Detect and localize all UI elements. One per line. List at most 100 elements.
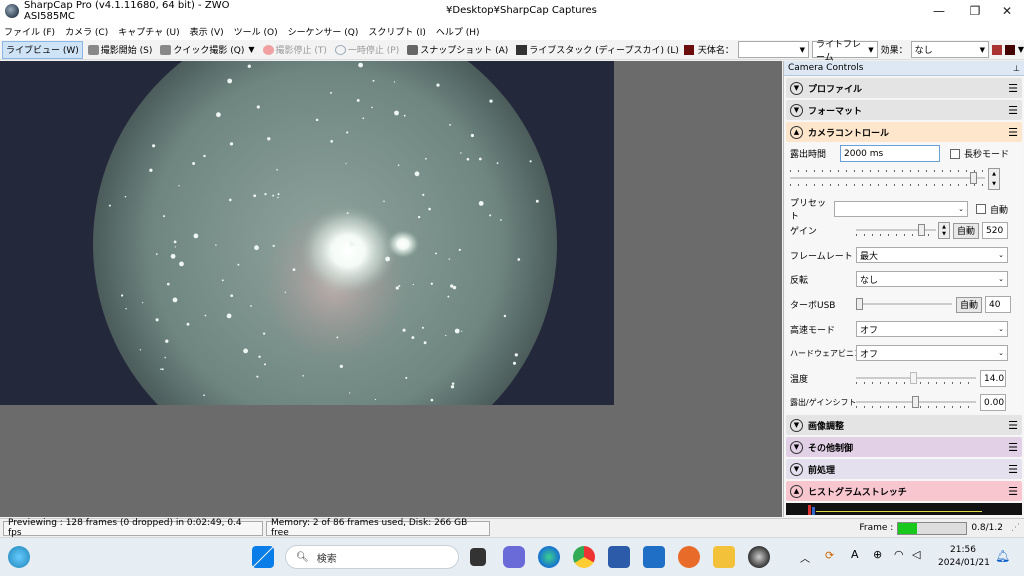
exposure-input[interactable]: 2000 ms — [840, 145, 940, 162]
offset-slider[interactable] — [856, 395, 976, 410]
chevron-down-icon[interactable]: ▼ — [790, 462, 803, 476]
reticle-icon[interactable] — [1004, 44, 1015, 55]
file-explorer-icon[interactable] — [713, 546, 735, 568]
pin-icon[interactable]: ⊥ — [1013, 64, 1020, 73]
chevron-down-icon[interactable]: ▼ — [790, 440, 803, 454]
section-preprocess[interactable]: ▼ 前処理 ☰ — [786, 459, 1022, 479]
chevron-down-icon[interactable]: ▼ — [1018, 45, 1024, 54]
snapshot-button[interactable]: スナップショット (A) — [404, 41, 511, 59]
section-histogram-stretch[interactable]: ▲ ヒストグラムストレッチ ☰ — [786, 481, 1022, 501]
windows-start-icon[interactable] — [252, 546, 274, 568]
spin-up-icon[interactable]: ▲ — [942, 224, 946, 230]
chrome-browser-icon[interactable] — [573, 546, 595, 568]
menu-capture[interactable]: キャプチャ (U) — [118, 25, 179, 38]
stop-capture-button[interactable]: 撮影停止 (T) — [260, 41, 330, 59]
section-image-adjust[interactable]: ▼ 画像調整 ☰ — [786, 415, 1022, 435]
teams-chat-icon[interactable] — [503, 546, 525, 568]
frame-type-combo[interactable]: ライトフレーム ▼ — [811, 40, 878, 63]
restore-button[interactable]: ❐ — [958, 0, 992, 22]
menu-camera[interactable]: カメラ (C) — [65, 25, 108, 38]
chevron-down-icon[interactable]: ▼ — [790, 81, 803, 95]
spin-down-icon[interactable]: ▼ — [992, 181, 996, 187]
turbo-usb-input[interactable]: 40 — [985, 296, 1012, 313]
offset-input[interactable]: 0.00 — [980, 394, 1006, 411]
hamburger-menu-icon[interactable]: ☰ — [1008, 441, 1018, 454]
pause-button[interactable]: 一時停止 (P) — [332, 41, 402, 59]
gain-slider-thumb[interactable] — [918, 223, 925, 236]
minimize-button[interactable]: — — [922, 0, 956, 22]
chevron-down-icon[interactable]: ▼ — [790, 418, 803, 432]
preset-combo[interactable]: ⌄ — [834, 201, 968, 217]
section-other-control[interactable]: ▼ その他制御 ☰ — [786, 437, 1022, 457]
long-exposure-checkbox[interactable] — [950, 148, 960, 159]
word-icon[interactable] — [608, 546, 630, 568]
menu-view[interactable]: 表示 (V) — [190, 25, 224, 38]
hamburger-menu-icon[interactable]: ☰ — [1008, 485, 1018, 498]
notification-bell-icon[interactable]: 🔔︎ — [995, 549, 1010, 563]
exposure-spinner[interactable]: ▲ ▼ — [988, 168, 1000, 190]
language-icon[interactable]: ⊕ — [873, 548, 882, 561]
histogram-icon[interactable] — [992, 44, 1002, 55]
photo-editor-icon[interactable] — [678, 546, 700, 568]
gain-slider[interactable] — [856, 223, 936, 238]
chevron-down-icon[interactable]: ▼ — [790, 103, 803, 117]
quick-capture-button[interactable]: クイック撮影 (Q) ▼ — [157, 41, 257, 59]
sharpcap-taskbar-icon[interactable] — [748, 546, 770, 568]
hamburger-menu-icon[interactable]: ☰ — [1008, 126, 1018, 139]
ime-indicator[interactable]: A — [851, 548, 859, 561]
hamburger-menu-icon[interactable]: ☰ — [1008, 419, 1018, 432]
sync-icon[interactable]: ⟳ — [825, 549, 834, 562]
hamburger-menu-icon[interactable]: ☰ — [1008, 82, 1018, 95]
section-camera-control[interactable]: ▲ カメラコントロール ☰ — [786, 122, 1022, 142]
turbo-usb-auto-button[interactable]: 自動 — [956, 296, 983, 313]
edge-browser-icon[interactable] — [538, 546, 560, 568]
chevron-down-icon[interactable]: ▼ — [248, 45, 254, 54]
taskbar-clock[interactable]: 21:56 2024/01/21 — [938, 544, 990, 570]
preset-auto-checkbox[interactable] — [976, 204, 986, 214]
hw-binning-combo[interactable]: オフ ⌄ — [856, 345, 1008, 361]
live-stack-button[interactable]: ライブスタック (ディープスカイ) (L) — [513, 41, 682, 59]
star — [162, 215, 166, 218]
menu-sequencer[interactable]: シーケンサー (Q) — [288, 25, 359, 38]
start-capture-button[interactable]: 撮影開始 (S) — [85, 41, 156, 59]
chevron-up-icon[interactable]: ▲ — [790, 125, 803, 139]
gain-spinner[interactable]: ▲ ▼ — [938, 222, 950, 239]
target-name-combo[interactable]: ▼ — [737, 41, 809, 58]
image-viewer[interactable] — [0, 61, 782, 517]
spin-down-icon[interactable]: ▼ — [942, 231, 946, 237]
flip-combo[interactable]: なし ⌄ — [856, 271, 1008, 287]
resize-grip-icon[interactable]: ⋰ — [1011, 523, 1020, 533]
menu-help[interactable]: ヘルプ (H) — [436, 25, 480, 38]
menu-scripting[interactable]: スクリプト (I) — [368, 25, 426, 38]
windows-taskbar: 🔍︎ 検索 ︿ ⟳ A ⊕ ◠ ◁ 21:56 2024/01/21 🔔︎ — [0, 537, 1024, 576]
live-view-button[interactable]: ライブビュー (W) — [2, 40, 83, 59]
high-speed-combo[interactable]: オフ ⌄ — [856, 321, 1008, 337]
turbo-usb-slider-thumb[interactable] — [856, 297, 863, 310]
offset-slider-thumb[interactable] — [912, 395, 919, 408]
exposure-slider[interactable] — [790, 170, 985, 186]
gain-input[interactable]: 520 — [982, 222, 1009, 239]
chevron-up-icon[interactable]: ▲ — [790, 484, 803, 498]
chevron-up-icon[interactable]: ︿ — [800, 550, 810, 565]
mail-icon[interactable] — [643, 546, 665, 568]
gain-auto-button[interactable]: 自動 — [953, 222, 980, 239]
menu-file[interactable]: ファイル (F) — [4, 25, 55, 38]
taskbar-search-box[interactable]: 🔍︎ 検索 — [285, 545, 459, 569]
close-button[interactable]: ✕ — [990, 0, 1024, 22]
section-profile[interactable]: ▼ プロファイル ☰ — [786, 78, 1022, 98]
hamburger-menu-icon[interactable]: ☰ — [1008, 463, 1018, 476]
exposure-slider-thumb[interactable] — [970, 172, 977, 184]
speaker-icon[interactable]: ◁ — [912, 548, 920, 561]
turbo-usb-slider[interactable] — [856, 297, 952, 312]
frame-rate-combo[interactable]: 最大 ⌄ — [856, 247, 1008, 263]
effect-combo[interactable]: なし ▼ — [910, 41, 989, 58]
section-format[interactable]: ▼ フォーマット ☰ — [786, 100, 1022, 120]
spin-up-icon[interactable]: ▲ — [992, 171, 996, 177]
menu-tools[interactable]: ツール (O) — [234, 25, 278, 38]
task-view-icon[interactable] — [470, 548, 486, 566]
star — [422, 193, 425, 197]
histogram-preview[interactable] — [786, 503, 1022, 515]
wifi-icon[interactable]: ◠ — [894, 548, 904, 561]
hamburger-menu-icon[interactable]: ☰ — [1008, 104, 1018, 117]
widgets-icon[interactable] — [8, 546, 30, 568]
